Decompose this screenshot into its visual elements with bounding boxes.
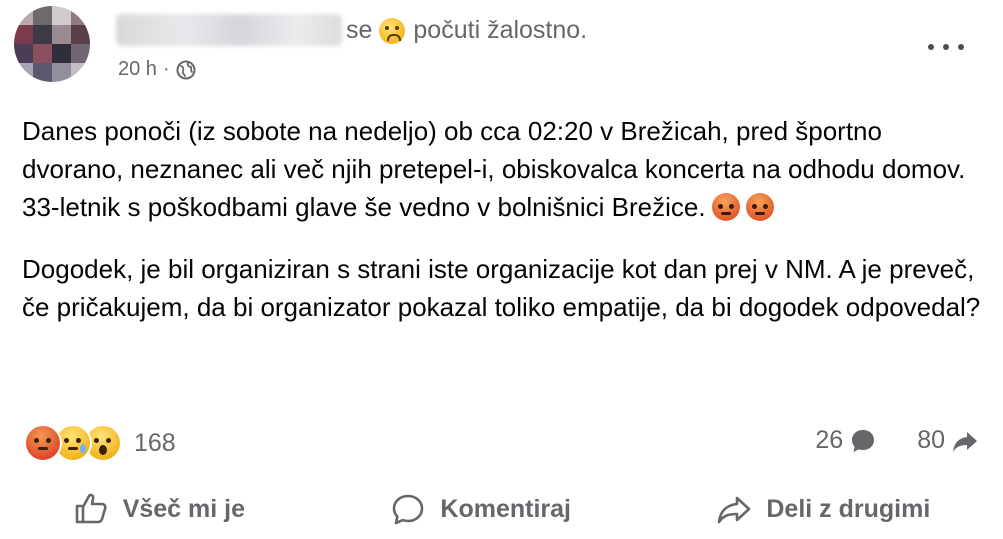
reaction-count: 168 xyxy=(134,428,176,457)
reactions-summary[interactable]: 168 xyxy=(24,424,176,462)
globe-icon[interactable] xyxy=(176,60,196,80)
feeling-text: počuti žalostno. xyxy=(413,16,588,44)
post-paragraph: Danes ponoči (iz sobote na nedeljo) ob c… xyxy=(22,116,966,222)
sad-emoji-icon xyxy=(379,17,406,44)
angry-emoji-icon xyxy=(711,193,740,221)
angry-emoji-icon xyxy=(745,193,774,221)
feeling-status: se počuti žalostno. xyxy=(346,16,587,45)
post-body: Danes ponoči (iz sobote na nedeljo) ob c… xyxy=(22,112,982,326)
comment-label: Komentiraj xyxy=(440,494,571,523)
action-bar: Všeč mi je Komentiraj Deli z drugimi xyxy=(0,486,1003,532)
post-meta: 20 h · xyxy=(118,58,196,81)
post-time[interactable]: 20 h xyxy=(118,58,157,81)
author-name-blurred[interactable] xyxy=(116,14,342,46)
avatar[interactable] xyxy=(14,6,90,82)
share-arrow-icon[interactable] xyxy=(951,427,979,455)
more-options-icon[interactable] xyxy=(928,40,964,54)
share-button[interactable]: Deli z drugimi xyxy=(716,491,930,527)
post-paragraph: Dogodek, je bil organiziran s strani ist… xyxy=(22,254,981,322)
feeling-prefix: se xyxy=(346,16,373,44)
meta-separator: · xyxy=(162,58,170,80)
thumbs-up-icon xyxy=(75,493,107,524)
share-count[interactable]: 80 xyxy=(917,426,945,455)
comment-button[interactable]: Komentiraj xyxy=(390,491,571,527)
engagement-counts: 26 80 xyxy=(815,426,979,455)
like-button[interactable]: Všeč mi je xyxy=(73,491,245,527)
share-label: Deli z drugimi xyxy=(766,494,931,523)
comment-icon xyxy=(393,494,424,525)
comment-count[interactable]: 26 xyxy=(815,426,843,455)
like-label: Všeč mi je xyxy=(122,494,245,523)
angry-reaction-icon xyxy=(24,424,62,462)
share-icon xyxy=(718,496,751,524)
comment-bubble-icon[interactable] xyxy=(849,427,877,455)
